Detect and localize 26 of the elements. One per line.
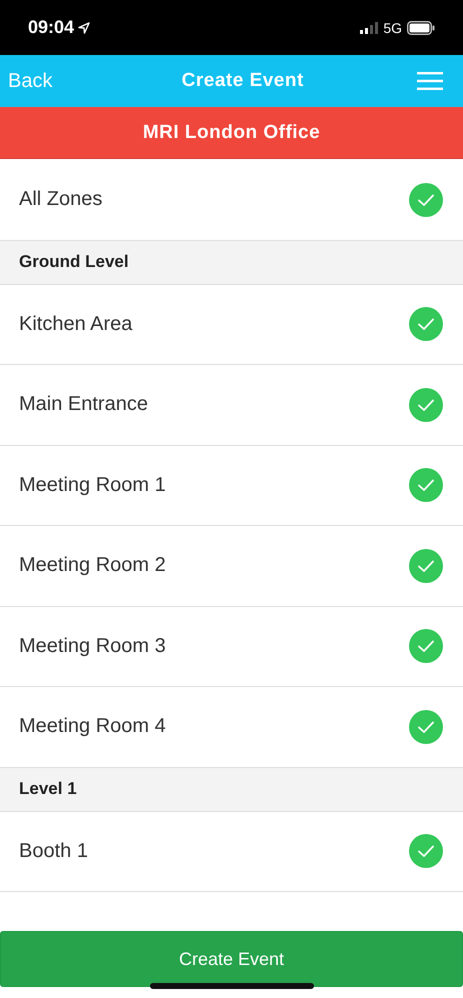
zone-label[interactable]: Meeting Room 2 <box>19 554 166 578</box>
check-icon[interactable] <box>409 710 443 744</box>
check-icon[interactable] <box>409 468 443 502</box>
zone-label[interactable]: All Zones <box>19 188 102 212</box>
group-header: Level 1 <box>0 768 463 812</box>
check-icon[interactable] <box>409 388 443 422</box>
site-banner: MRI London Office <box>0 107 463 159</box>
check-icon[interactable] <box>409 182 443 217</box>
network-label: 5G <box>383 20 402 36</box>
location-arrow-icon <box>78 22 90 34</box>
battery-icon <box>407 20 435 34</box>
check-icon[interactable] <box>409 307 443 342</box>
signal-icon <box>360 22 378 34</box>
zone-label[interactable]: Kitchen Area <box>19 312 132 336</box>
zone-label[interactable]: Meeting Room 3 <box>19 634 166 658</box>
zone-label[interactable]: Meeting Room 1 <box>19 474 166 497</box>
clock-time: 09:04 <box>28 17 74 38</box>
check-icon[interactable] <box>409 834 443 868</box>
zone-label[interactable]: Meeting Room 4 <box>19 715 166 738</box>
check-icon[interactable] <box>409 629 443 664</box>
menu-icon[interactable] <box>416 71 443 91</box>
group-header: Ground Level <box>0 240 463 284</box>
screen-title: Create Event <box>182 70 304 92</box>
zone-label[interactable]: Booth 1 <box>19 840 88 863</box>
check-icon[interactable] <box>409 548 443 583</box>
zone-label[interactable]: Main Entrance <box>19 393 148 416</box>
